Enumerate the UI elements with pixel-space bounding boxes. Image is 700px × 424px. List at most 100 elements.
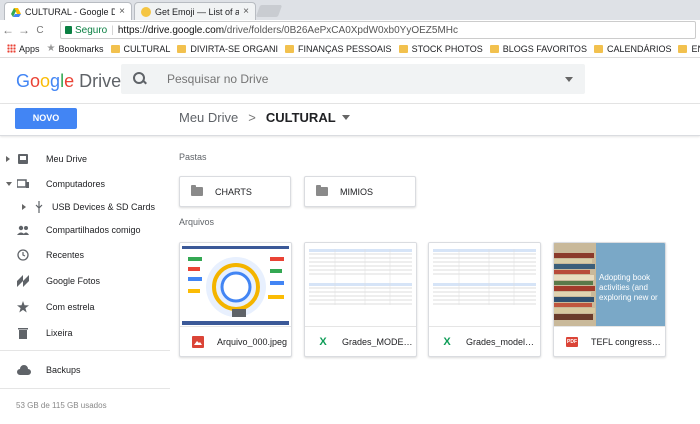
spreadsheet-preview [429,243,540,326]
address-bar[interactable]: Seguro | https://drive.google.com/drive/… [60,21,696,39]
expand-arrow-icon[interactable] [22,204,26,210]
image-thumbnail [180,243,291,327]
action-bar: NOVO Meu Drive > CULTURAL [0,104,700,136]
close-icon[interactable]: × [119,6,125,17]
my-drive-icon [18,154,28,164]
sidebar-item-compartilhados[interactable]: Compartilhados comigo [0,219,170,241]
spreadsheet-thumbnail [305,243,416,327]
bookmark-folder[interactable]: BLOGS FAVORITOS [489,44,587,54]
computers-icon [17,179,29,188]
file-name: Arquivo_000.jpeg [217,337,288,347]
bookmarks-bar: Apps ★ Bookmarks CULTURAL DIVIRTA-SE ORGA… [0,40,700,58]
sidebar-item-com-estrela[interactable]: Com estrela [0,296,170,318]
shared-icon [17,225,29,235]
tab-title: Get Emoji — List of a [155,6,240,17]
image-file-icon [192,336,204,348]
file-name: Grades_MODELO.xlsx [342,337,414,347]
file-card-sheet[interactable]: X Grades_modelo.xlsx [428,242,541,357]
new-tab-button[interactable] [255,5,283,17]
security-label: Seguro [75,24,108,36]
url-text: https://drive.google.com/drive/folders/0… [117,24,459,36]
bookmark-folder[interactable]: DIVIRTA-SE ORGANI [177,44,278,54]
forward-icon[interactable]: → [16,23,32,37]
folder-icon [316,185,328,196]
search-options-icon[interactable] [565,76,573,82]
folders-section-label: Pastas [179,152,207,162]
collapse-arrow-icon[interactable] [6,182,12,186]
bookmark-folder[interactable]: CULTURAL [110,44,170,54]
folder-icon [398,44,408,53]
folder-mimios[interactable]: MIMIOS [304,176,416,207]
search-icon[interactable] [133,72,147,86]
file-card-sheet[interactable]: X Grades_MODELO.xlsx [304,242,417,357]
tab-title: CULTURAL - Google Driv [25,6,115,17]
storage-usage[interactable]: 53 GB de 115 GB usados [16,401,107,410]
breadcrumb-current[interactable]: CULTURAL [266,110,336,125]
sidebar-divider [0,350,170,351]
breadcrumb-root[interactable]: Meu Drive [179,110,238,125]
bookmark-folder[interactable]: ENTRETENIMENTO [678,44,700,54]
sidebar-item-usb[interactable]: USB Devices & SD Cards [0,196,170,218]
apps-grid-icon [7,44,16,53]
back-icon[interactable]: ← [0,23,16,37]
new-button[interactable]: NOVO [15,108,77,129]
sidebar-item-google-fotos[interactable]: Google Fotos [0,270,170,292]
bookmark-folder[interactable]: CALENDÁRIOS [593,44,671,54]
expand-arrow-icon[interactable] [6,156,10,162]
sidebar-item-lixeira[interactable]: Lixeira [0,322,170,344]
search-bar [121,64,585,94]
sidebar-item-backups[interactable]: Backups [0,359,170,381]
spreadsheet-preview [305,243,416,326]
search-input[interactable] [167,72,547,86]
file-footer: PDF TEFL congress presentation.pdf [554,328,665,356]
pdf-thumb-text: Adopting book activities (and exploring … [599,273,658,302]
file-footer: Arquivo_000.jpeg [180,328,291,356]
pdf-thumbnail: Adopting book activities (and exploring … [554,243,665,327]
tab-cultural[interactable]: CULTURAL - Google Driv × [4,2,132,20]
file-card-pdf[interactable]: Adopting book activities (and exploring … [553,242,666,357]
sheet-file-icon: X [319,336,327,348]
drive-header: Google Drive [0,58,700,104]
infographic-thumbnail [180,243,291,326]
bookmark-folder[interactable]: STOCK PHOTOS [398,44,483,54]
breadcrumb: Meu Drive > CULTURAL [179,110,350,125]
pdf-file-icon: PDF [566,337,578,347]
tab-get-emoji[interactable]: Get Emoji — List of a × [134,2,256,20]
folder-icon [191,185,203,196]
browser-toolbar: ← → C Seguro | https://drive.google.com/… [0,20,700,40]
sidebar-item-recentes[interactable]: Recentes [0,244,170,266]
sidebar-item-meu-drive[interactable]: Meu Drive [0,148,170,170]
reload-icon[interactable]: C [32,25,48,36]
file-card-image[interactable]: Arquivo_000.jpeg [179,242,292,357]
sidebar-item-computadores[interactable]: Computadores [0,173,170,195]
files-section-label: Arquivos [179,217,215,227]
file-footer: X Grades_MODELO.xlsx [305,328,416,356]
photos-icon [17,275,29,287]
sheet-file-icon: X [443,336,451,348]
google-drive-logo[interactable]: Google Drive [16,71,121,92]
breadcrumb-separator: > [248,110,256,125]
emoji-favicon-icon [141,6,151,17]
sidebar-divider [0,388,170,389]
bookmark-bookmarks[interactable]: ★ Bookmarks [47,43,104,54]
bookmark-apps[interactable]: Apps [7,44,40,54]
file-name: TEFL congress presentation.pdf [591,337,663,347]
lock-icon [65,26,72,34]
spreadsheet-thumbnail [429,243,540,327]
star-icon: ★ [46,43,56,54]
trash-icon [18,328,28,339]
file-footer: X Grades_modelo.xlsx [429,328,540,356]
folder-icon [593,44,603,53]
folder-icon [678,44,688,53]
bookmark-folder[interactable]: FINANÇAS PESSOAIS [285,44,392,54]
browser-tab-bar: CULTURAL - Google Driv × Get Emoji — Lis… [0,0,700,20]
folder-charts[interactable]: CHARTS [179,176,291,207]
folder-name: CHARTS [215,186,252,197]
folder-icon [110,44,120,53]
file-name: Grades_modelo.xlsx [466,337,538,347]
sidebar: Meu Drive Computadores USB Devices & SD … [0,136,170,424]
folder-name: MIMIOS [340,186,373,197]
chevron-down-icon[interactable] [341,115,350,120]
folder-icon [285,44,295,53]
close-icon[interactable]: × [243,6,249,17]
